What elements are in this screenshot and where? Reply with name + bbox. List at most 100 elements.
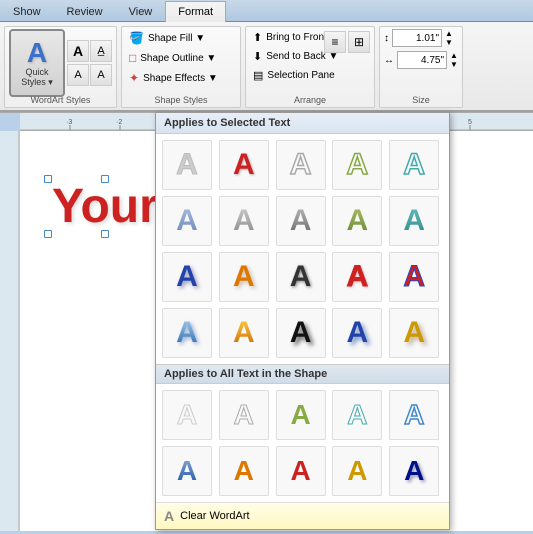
wordart-item-all-gold[interactable]: A — [332, 446, 382, 496]
tab-review[interactable]: Review — [54, 1, 116, 21]
wa-icon-all-green: A — [290, 401, 310, 429]
wordart-item-shadow-blue2[interactable]: A — [332, 308, 382, 358]
wa-icon-solid-orange: A — [233, 262, 255, 292]
wa-icon-green-outline: A — [347, 150, 369, 180]
align-rotate-buttons: ≡ ⊞ — [324, 31, 370, 53]
handle-bl[interactable] — [44, 230, 52, 238]
selection-pane-button[interactable]: ▤ Selection Pane — [250, 67, 338, 84]
wordart-item-red-outline[interactable]: A — [332, 252, 382, 302]
shape-fill-icon: 🪣 — [129, 31, 144, 45]
size-group: ↕ ▲▼ ↔ ▲▼ Size — [379, 26, 463, 108]
wa-icon-all-red: A — [290, 457, 310, 485]
wa-icon-grad-gray: A — [233, 206, 255, 236]
wordart-item-shadow-orange[interactable]: A — [219, 308, 269, 358]
wordart-item-gray-outline[interactable]: A — [276, 140, 326, 190]
wordart-item-red[interactable]: A — [219, 140, 269, 190]
quick-styles-label2: Styles ▾ — [21, 77, 53, 88]
handle-tm[interactable] — [101, 175, 109, 183]
wordart-item-all-blue[interactable]: A — [389, 390, 439, 440]
wordart-item-all-plain[interactable]: A — [162, 390, 212, 440]
width-row: ↔ ▲▼ — [384, 51, 458, 69]
clear-wordart-button[interactable]: A Clear WordArt — [156, 502, 449, 529]
text-format-buttons: A A̲ A A — [67, 40, 112, 86]
wa-icon-plain: A — [176, 150, 198, 180]
wordart-item-all-gray[interactable]: A — [219, 390, 269, 440]
wordart-item-shadow-dark[interactable]: A — [276, 308, 326, 358]
wa-icon-all-orange: A — [234, 457, 254, 485]
wordart-item-all-teal[interactable]: A — [332, 390, 382, 440]
shape-effects-button[interactable]: ✦ Shape Effects ▼ — [126, 69, 221, 87]
shape-fill-label: Shape Fill ▼ — [148, 33, 205, 44]
wa-icon-shadow-blue: A — [176, 318, 198, 348]
wordart-item-solid-orange[interactable]: A — [219, 252, 269, 302]
wordart-grid-row6: A A A A A — [156, 446, 449, 502]
shape-outline-button[interactable]: □ Shape Outline ▼ — [126, 49, 219, 67]
wordart-item-solid-blue[interactable]: A — [162, 252, 212, 302]
width-spinner[interactable]: ▲▼ — [450, 51, 458, 69]
wordart-container[interactable]: Your — [48, 179, 162, 234]
height-spinner[interactable]: ▲▼ — [445, 29, 453, 47]
wordart-item-blue-light[interactable]: A — [162, 196, 212, 246]
wa-icon-grad-green: A — [347, 206, 369, 236]
ribbon: Show Review View Format A Quick Styles ▾… — [0, 0, 533, 113]
svg-text:5: 5 — [468, 119, 472, 126]
quick-styles-label: Quick — [25, 67, 48, 77]
shape-fill-button[interactable]: 🪣 Shape Fill ▼ — [126, 29, 208, 47]
wa-icon-all-gold: A — [347, 457, 367, 485]
text-style-button[interactable]: A — [90, 64, 112, 86]
wa-icon-all-blue2: A — [177, 457, 197, 485]
wordart-item-plain[interactable]: A — [162, 140, 212, 190]
wordart-item-shadow-gold[interactable]: A — [389, 308, 439, 358]
wordart-item-all-darkblue[interactable]: A — [389, 446, 439, 496]
ribbon-tab-bar: Show Review View Format — [0, 0, 533, 22]
wordart-grid-row2: A A A A A — [156, 196, 449, 252]
wordart-item-red-blue[interactable]: A — [389, 252, 439, 302]
bring-front-icon: ⬆ — [253, 31, 262, 44]
wordart-item-teal-outline[interactable]: A — [389, 140, 439, 190]
wordart-item-green-outline[interactable]: A — [332, 140, 382, 190]
wordart-text[interactable]: Your — [48, 179, 162, 234]
text-effects-button[interactable]: A — [67, 64, 89, 86]
text-fill-button[interactable]: A — [67, 40, 89, 62]
selection-pane-icon: ▤ — [253, 69, 263, 82]
ruler-left — [0, 131, 20, 531]
ribbon-body: A Quick Styles ▾ A A̲ A A WordArt Styles — [0, 22, 533, 112]
handle-bm[interactable] — [101, 230, 109, 238]
svg-text:·2: ·2 — [116, 119, 122, 126]
wordart-item-all-orange[interactable]: A — [219, 446, 269, 496]
wordart-grid-row4: A A A A A — [156, 308, 449, 364]
wordart-item-all-blue2[interactable]: A — [162, 446, 212, 496]
wa-icon-blue-light: A — [176, 206, 198, 236]
wa-icon-teal-outline: A — [403, 150, 425, 180]
wordart-item-grad-teal[interactable]: A — [389, 196, 439, 246]
handle-tl[interactable] — [44, 175, 52, 183]
wa-icon-red-outline: A — [347, 262, 369, 292]
tab-view[interactable]: View — [116, 1, 166, 21]
wordart-item-grad-gray[interactable]: A — [219, 196, 269, 246]
wa-icon-all-plain: A — [177, 401, 197, 429]
text-outline-button[interactable]: A̲ — [90, 40, 112, 62]
tab-show[interactable]: Show — [0, 1, 54, 21]
wa-icon-shadow-orange: A — [233, 318, 255, 348]
width-input[interactable] — [397, 51, 447, 69]
wordart-item-grad-green[interactable]: A — [332, 196, 382, 246]
wa-icon-red-blue: A — [403, 262, 425, 292]
tab-format[interactable]: Format — [165, 1, 226, 22]
height-row: ↕ ▲▼ — [384, 29, 453, 47]
wa-icon-shadow-gold: A — [403, 318, 425, 348]
size-group-label: Size — [380, 95, 462, 105]
quick-styles-button[interactable]: A Quick Styles ▾ — [9, 29, 65, 97]
wordart-item-all-green[interactable]: A — [276, 390, 326, 440]
dropdown-section1-header: Applies to Selected Text — [156, 113, 449, 134]
rotate-button[interactable]: ⊞ — [348, 31, 370, 53]
height-input[interactable] — [392, 29, 442, 47]
wordart-item-shadow-blue[interactable]: A — [162, 308, 212, 358]
align-button[interactable]: ≡ — [324, 31, 346, 53]
shape-styles-content: 🪣 Shape Fill ▼ □ Shape Outline ▼ ✦ Shape… — [126, 29, 236, 93]
wordart-item-solid-gray[interactable]: A — [276, 252, 326, 302]
shape-effects-icon: ✦ — [129, 71, 139, 85]
wordart-group-label: WordArt Styles — [5, 95, 116, 105]
wa-icon-all-darkblue: A — [404, 457, 424, 485]
wordart-item-grad-gray2[interactable]: A — [276, 196, 326, 246]
wordart-item-all-red[interactable]: A — [276, 446, 326, 496]
